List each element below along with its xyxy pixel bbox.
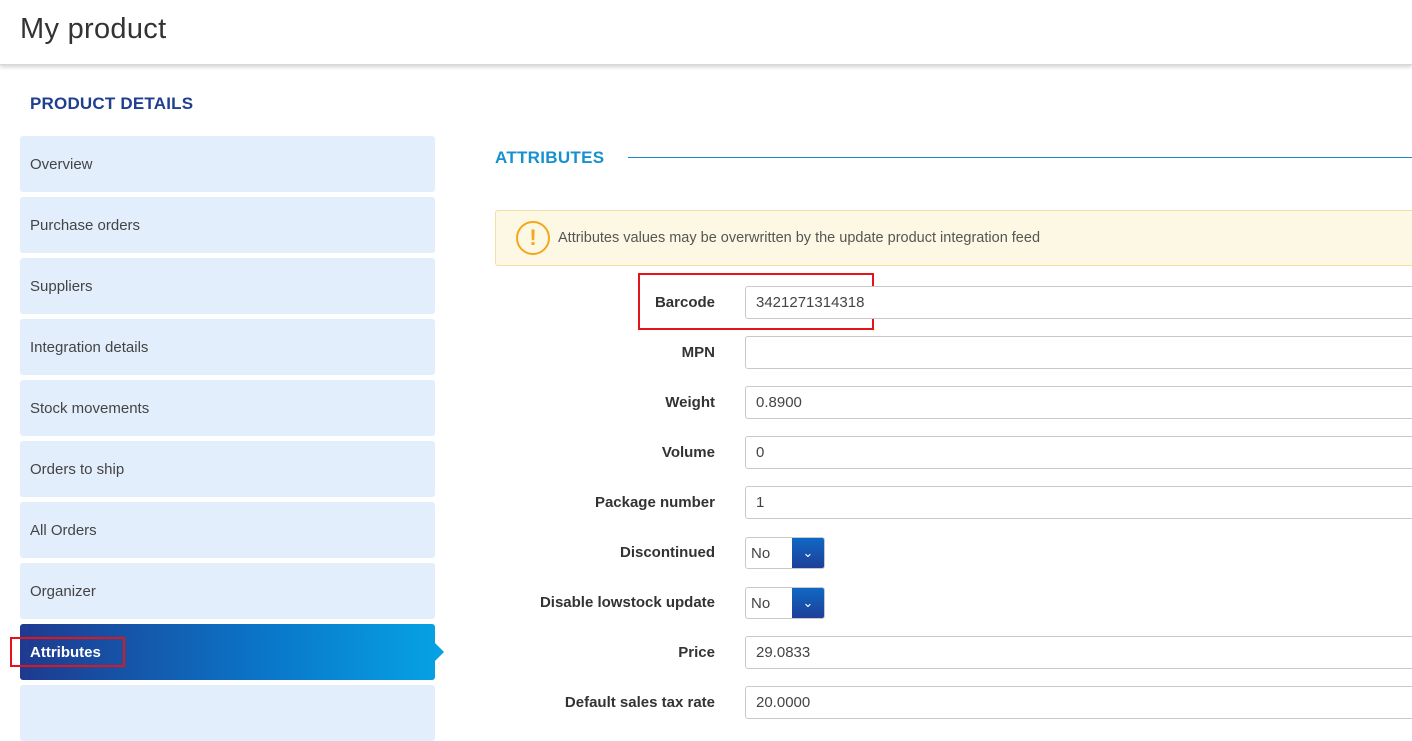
sidebar-item-label: Suppliers (30, 277, 93, 295)
select-value: No (751, 595, 771, 612)
sidebar-item-suppliers[interactable]: Suppliers (20, 258, 435, 314)
warning-icon: ! (516, 221, 550, 255)
chevron-down-icon[interactable]: ⌄ (792, 538, 824, 568)
sidebar-item-label: Attributes (30, 643, 101, 661)
weight-input[interactable]: 0.8900 (745, 386, 1412, 419)
sidebar-item-purchase-orders[interactable]: Purchase orders (20, 197, 435, 253)
package-number-input[interactable]: 1 (745, 486, 1412, 519)
chevron-down-icon[interactable]: ⌄ (792, 588, 824, 618)
field-row-discontinued: Discontinued No ⌄ (495, 536, 1412, 570)
sidebar-item-label: Organizer (30, 582, 96, 600)
sidebar-item-label: All Orders (30, 521, 97, 539)
barcode-input[interactable]: 3421271314318 (745, 286, 1412, 319)
field-row-price: Price 29.0833 (495, 636, 1412, 670)
select-value: No (751, 545, 771, 562)
field-row-package-number: Package number 1 (495, 486, 1412, 520)
field-label: Weight (665, 394, 715, 411)
field-label: Barcode (654, 294, 715, 311)
field-label: MPN (681, 344, 715, 361)
mpn-input[interactable] (745, 336, 1412, 369)
field-row-volume: Volume 0 (495, 436, 1412, 470)
field-row-disable-lowstock: Disable lowstock update No ⌄ (495, 586, 1412, 620)
field-row-default-sales-tax: Default sales tax rate 20.0000 (495, 686, 1412, 720)
field-row-weight: Weight 0.8900 (495, 386, 1412, 420)
default-sales-tax-input[interactable]: 20.0000 (745, 686, 1412, 719)
price-input[interactable]: 29.0833 (745, 636, 1412, 669)
field-label: Default sales tax rate (564, 694, 715, 711)
sidebar-item-attributes[interactable]: Attributes (20, 624, 444, 680)
alert-text: Attributes values may be overwritten by … (558, 230, 1041, 246)
field-label: Volume (661, 444, 715, 461)
discontinued-select[interactable]: No ⌄ (745, 537, 825, 569)
sidebar-item-next[interactable] (20, 685, 435, 741)
field-label: Disable lowstock update (539, 594, 715, 611)
sidebar-item-orders-to-ship[interactable]: Orders to ship (20, 441, 435, 497)
warning-alert: ! Attributes values may be overwritten b… (495, 210, 1412, 266)
attributes-heading: ATTRIBUTES (495, 148, 605, 167)
field-label: Package number (594, 494, 715, 511)
sidebar-item-stock-movements[interactable]: Stock movements (20, 380, 435, 436)
field-label: Price (678, 644, 715, 661)
page-title: My product (20, 13, 167, 45)
field-row-mpn: MPN (495, 336, 1412, 370)
volume-input[interactable]: 0 (745, 436, 1412, 469)
sidebar-item-label: Purchase orders (30, 216, 141, 234)
sidebar-item-label: Integration details (30, 338, 149, 356)
sidebar-title: PRODUCT DETAILS (30, 94, 194, 113)
field-label: Discontinued (619, 544, 715, 561)
sidebar-item-label: Orders to ship (30, 460, 125, 478)
sidebar-item-label: Stock movements (30, 399, 150, 417)
sidebar-item-all-orders[interactable]: All Orders (20, 502, 435, 558)
top-bar: My product (0, 0, 1412, 65)
disable-lowstock-select[interactable]: No ⌄ (745, 587, 825, 619)
sidebar-item-overview[interactable]: Overview (20, 136, 435, 192)
active-arrow-indicator (435, 643, 444, 661)
sidebar-item-integration-details[interactable]: Integration details (20, 319, 435, 375)
heading-divider (628, 157, 1412, 158)
sidebar-item-label: Overview (30, 155, 93, 173)
field-row-barcode: Barcode 3421271314318 (495, 286, 1412, 320)
sidebar-item-organizer[interactable]: Organizer (20, 563, 435, 619)
